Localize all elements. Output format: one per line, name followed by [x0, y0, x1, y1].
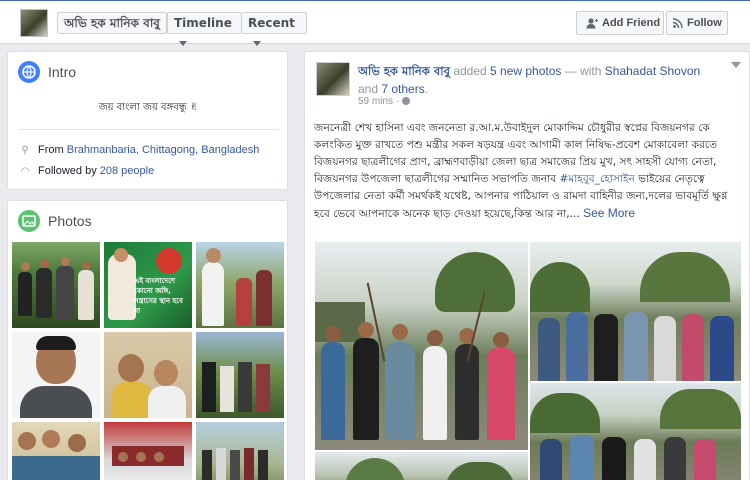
photo-icon: [18, 210, 40, 232]
photo-thumb[interactable]: [196, 422, 284, 480]
tagged-person-link[interactable]: Shahadat Shovon: [605, 64, 700, 78]
intro-bio: জয় বাংলা জয় বঙ্গবন্ধু ✌: [98, 102, 199, 113]
post-body: জননেত্রী শেখ হাসিনা এবং জননেতা র.আ.ম.উবা…: [314, 120, 742, 223]
photos-title: Photos: [48, 213, 92, 229]
others-link[interactable]: 7 others: [381, 82, 424, 96]
location-pin-icon: ⚲: [21, 145, 29, 156]
see-more-link[interactable]: See More: [583, 206, 635, 220]
globe-icon: [18, 61, 40, 83]
photos-card: Photos এই বাংলাদেশে কোনো জঙ্গি, সন্ত্রাস…: [7, 200, 288, 480]
profile-avatar-small[interactable]: [20, 9, 48, 37]
recent-label: Recent: [248, 16, 295, 30]
add-friend-icon: [586, 17, 598, 29]
followed-prefix: Followed by: [38, 165, 100, 177]
photo-thumb[interactable]: [12, 422, 100, 480]
timeline-button[interactable]: Timeline: [167, 12, 242, 46]
chevron-down-icon: [179, 41, 187, 46]
profile-name-button[interactable]: অভি হক মানিক বাবু: [57, 12, 167, 34]
post-photo-large-left[interactable]: [315, 242, 528, 450]
timeline-label: Timeline: [174, 16, 232, 30]
photo-thumb-banner[interactable]: এই বাংলাদেশে কোনো জঙ্গি, সন্ত্রাসের স্থা…: [104, 242, 192, 328]
post-photo-top-right[interactable]: [530, 242, 741, 381]
followers-link[interactable]: 208 people: [100, 165, 154, 177]
post-options-chevron-icon[interactable]: [731, 62, 741, 68]
intro-from-line: ⚲ From Brahmanbaria, Chittagong, Banglade…: [18, 144, 259, 156]
follow-button[interactable]: Follow: [666, 11, 728, 35]
post-card: অভি হক মানিক বাবু added 5 new photos — w…: [304, 51, 750, 480]
chevron-down-icon: [253, 41, 261, 46]
from-place-link[interactable]: Brahmanbaria, Chittagong, Bangladesh: [67, 144, 260, 156]
add-friend-button[interactable]: Add Friend: [576, 11, 664, 35]
post-period: .: [424, 82, 429, 96]
photo-thumb[interactable]: [196, 242, 284, 328]
intro-title: Intro: [48, 64, 77, 80]
rss-icon: [673, 18, 683, 29]
photo-thumb[interactable]: [104, 422, 192, 480]
photo-thumb[interactable]: [12, 242, 100, 328]
post-action-with: — with: [561, 64, 605, 78]
intro-followed-line: ◠ Followed by 208 people: [18, 165, 155, 177]
post-and: and: [358, 82, 382, 96]
post-photo-bottom-right[interactable]: [530, 383, 741, 480]
post-author-link[interactable]: অভি হক মানিক বাবু: [358, 64, 450, 78]
rss-icon: ◠: [20, 166, 30, 177]
photo-thumb[interactable]: [12, 332, 100, 418]
post-time-text: 59 mins ·: [358, 96, 402, 107]
profile-top-bar: অভি হক মানিক বাবু Timeline Recent Add Fr…: [0, 0, 750, 46]
post-timestamp[interactable]: 59 mins ·: [358, 96, 410, 107]
recent-button[interactable]: Recent: [242, 12, 307, 46]
add-friend-label: Add Friend: [602, 17, 661, 29]
intro-card: Intro জয় বাংলা জয় বঙ্গবন্ধু ✌ ⚲ From Br…: [7, 51, 288, 190]
post-action-added: added: [449, 64, 491, 78]
photo-thumb[interactable]: [196, 332, 284, 418]
post-photo-bottom-left[interactable]: [315, 452, 528, 480]
new-photos-link[interactable]: 5 new photos: [490, 64, 561, 78]
intro-divider: [18, 129, 279, 130]
banner-text: এই বাংলাদেশে কোনো জঙ্গি, সন্ত্রাসের স্থা…: [134, 277, 183, 315]
from-prefix: From: [38, 144, 67, 156]
follow-label: Follow: [687, 17, 722, 29]
post-author-avatar[interactable]: [316, 62, 350, 96]
post-header: অভি হক মানিক বাবু added 5 new photos — w…: [358, 62, 728, 98]
public-globe-icon: [401, 97, 410, 106]
photo-thumb[interactable]: [104, 332, 192, 418]
hashtag-link[interactable]: #মাহবুব_হোসাইন: [559, 173, 634, 185]
